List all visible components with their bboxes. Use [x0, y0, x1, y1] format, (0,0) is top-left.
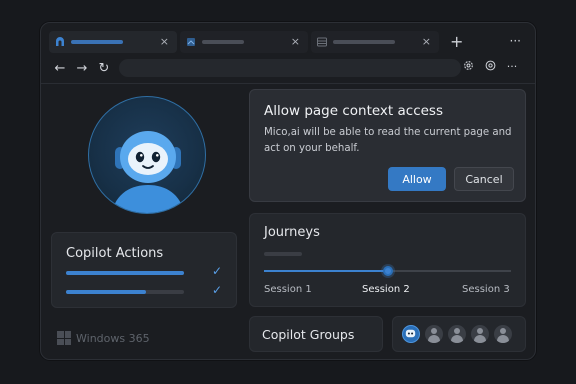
person-avatar-icon[interactable]	[494, 325, 512, 343]
tab-title	[71, 40, 123, 44]
journey-track-fill	[264, 270, 388, 272]
back-icon[interactable]: ←	[49, 61, 71, 76]
tab-page[interactable]: ×	[180, 31, 308, 53]
copilot-groups-card[interactable]: Copilot Groups	[249, 316, 383, 352]
close-icon[interactable]: ×	[160, 35, 169, 48]
nav-bar: ← → ↻ ···	[49, 57, 527, 79]
session-step[interactable]: Session 3	[462, 284, 510, 295]
toolbar-divider	[41, 83, 535, 84]
copilot-at-icon[interactable]	[479, 60, 501, 74]
settings-icon[interactable]	[457, 60, 479, 74]
dialog-title: Allow page context access	[264, 103, 444, 119]
tab-copilot[interactable]: ×	[49, 31, 177, 53]
permission-dialog: Allow page context access Mico,ai will b…	[249, 89, 526, 202]
robot-mascot-icon	[111, 131, 185, 213]
person-avatar-icon[interactable]	[471, 325, 489, 343]
check-icon: ✓	[212, 283, 223, 297]
windows-logo-icon	[57, 331, 71, 345]
group-members	[392, 316, 526, 352]
check-icon: ✓	[212, 264, 223, 278]
allow-button[interactable]: Allow	[388, 167, 446, 191]
person-avatar-icon[interactable]	[425, 325, 443, 343]
more-icon[interactable]: ···	[510, 34, 521, 48]
refresh-icon[interactable]: ↻	[93, 61, 115, 76]
brand-label: Windows 365	[76, 331, 150, 345]
dialog-body: Mico,ai will be able to read the current…	[264, 127, 512, 154]
copilot-icon	[55, 37, 65, 47]
cancel-button[interactable]: Cancel	[454, 167, 514, 191]
tab-title	[333, 40, 395, 44]
close-icon[interactable]: ×	[422, 35, 431, 48]
task-progress-fill	[66, 290, 147, 294]
card-title: Journeys	[264, 225, 320, 240]
more-icon[interactable]: ···	[501, 60, 523, 74]
journey-track[interactable]	[264, 266, 511, 276]
address-bar[interactable]	[119, 59, 461, 77]
new-tab-button[interactable]: +	[450, 33, 463, 51]
copilot-actions-card: Copilot Actions ✓ ✓	[51, 232, 237, 308]
page-icon	[186, 37, 196, 47]
windows-365-brand: Windows 365	[57, 331, 150, 345]
journey-slider-knob[interactable]	[382, 266, 393, 276]
session-step-active[interactable]: Session 2	[362, 284, 410, 295]
copilot-avatar	[88, 96, 206, 214]
card-title: Copilot Actions	[66, 246, 164, 261]
task-progress-bar	[66, 271, 184, 275]
close-icon[interactable]: ×	[291, 35, 300, 48]
journeys-card: Journeys Session 1 Session 2 Session 3	[249, 213, 526, 307]
journeys-placeholder-bar	[264, 252, 302, 256]
task-progress-bar	[66, 290, 184, 294]
grid-page-icon	[317, 37, 327, 47]
task-progress-fill	[66, 271, 184, 275]
tab-grid[interactable]: ×	[311, 31, 439, 53]
card-title: Copilot Groups	[262, 327, 355, 342]
person-avatar-icon[interactable]	[448, 325, 466, 343]
copilot-member-avatar[interactable]	[402, 325, 420, 343]
session-step[interactable]: Session 1	[264, 284, 312, 295]
browser-window: × × × + ··· ← → ↻ ··· Copilot Actions ✓ …	[40, 22, 536, 360]
tab-bar: × × × + ···	[49, 31, 527, 53]
forward-icon[interactable]: →	[71, 61, 93, 76]
tab-title	[202, 40, 244, 44]
